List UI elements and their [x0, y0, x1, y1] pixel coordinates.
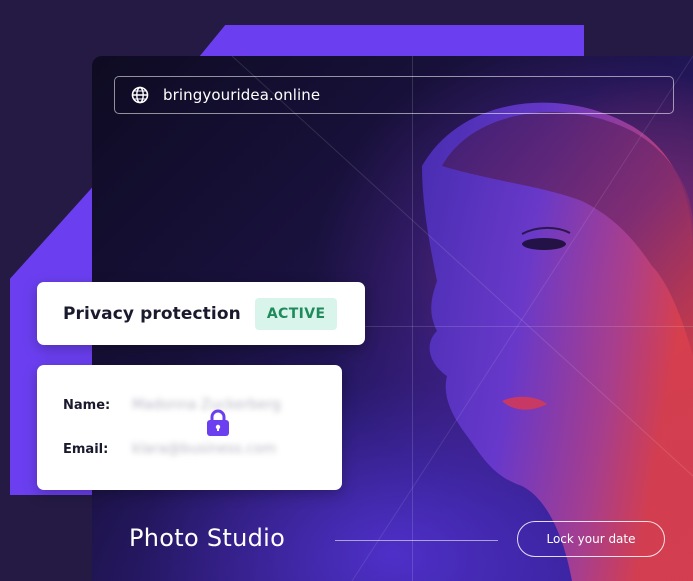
email-label: Email: — [63, 442, 109, 457]
privacy-title: Privacy protection — [63, 303, 241, 324]
address-bar[interactable]: bringyouridea.online — [114, 76, 674, 114]
status-badge: ACTIVE — [254, 297, 338, 330]
url-text: bringyouridea.online — [163, 86, 321, 104]
email-value-blurred: klara@business.com — [132, 441, 277, 457]
globe-icon — [131, 86, 149, 104]
name-label: Name: — [63, 398, 111, 413]
lock-icon — [207, 409, 229, 436]
privacy-protection-card: Privacy protection ACTIVE — [37, 282, 365, 345]
title-divider — [335, 540, 498, 541]
hero-illustration: bringyouridea.online Photo Studio Lock y… — [0, 0, 693, 581]
page-title: Photo Studio — [129, 524, 286, 552]
personal-details-card: Name: Madonna Zuckerberg Email: klara@bu… — [37, 365, 342, 490]
lock-your-date-button[interactable]: Lock your date — [517, 521, 665, 557]
